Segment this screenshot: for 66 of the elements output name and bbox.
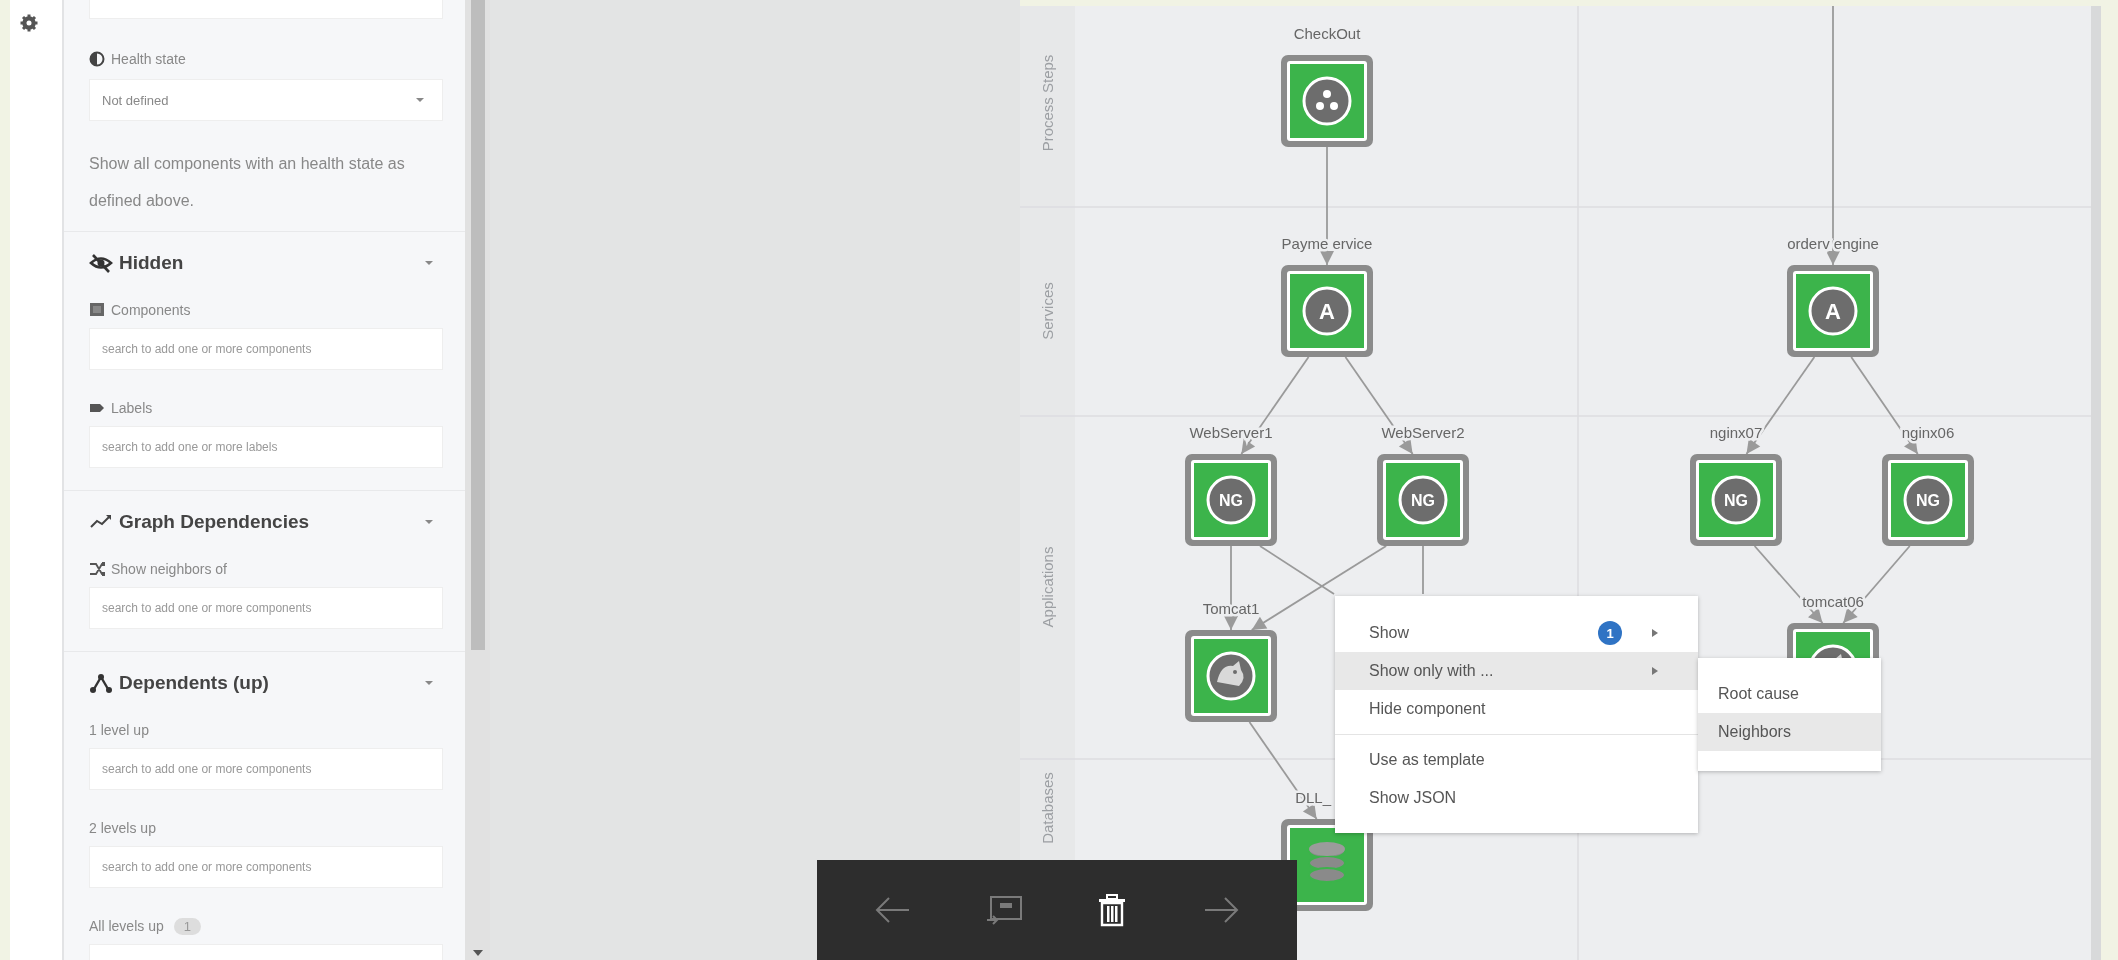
component-node[interactable]	[1185, 630, 1277, 722]
component-node[interactable]	[1377, 454, 1469, 546]
count-badge: 1	[173, 917, 201, 935]
component-node[interactable]	[1690, 454, 1782, 546]
caret-icon	[472, 950, 483, 956]
field-label: Labels	[111, 400, 153, 416]
menu-item[interactable]: Root cause	[1698, 675, 1881, 713]
caret-icon	[1652, 629, 1658, 637]
square-icon	[89, 302, 105, 318]
component-node[interactable]	[1281, 55, 1373, 147]
node-label: nginx07	[1709, 424, 1763, 441]
caret-icon	[1652, 667, 1658, 675]
scrollbar-thumb[interactable]	[470, 0, 485, 650]
eye-slash-icon	[89, 252, 113, 274]
lane-label: Process Steps	[1039, 54, 1056, 152]
lane-label: Applications	[1039, 546, 1056, 628]
help-text: Show all components with an health state as defined above.	[89, 154, 406, 211]
caret-icon	[425, 261, 433, 265]
count-badge: 1	[1598, 621, 1622, 645]
contrast-icon	[89, 51, 105, 67]
screen-icon	[985, 894, 1024, 926]
node-badge-label: NG	[1219, 492, 1243, 509]
input-field[interactable]: search to add one or more components	[89, 748, 443, 790]
menu-item[interactable]: Hide component	[1335, 690, 1698, 728]
field-label: Health state	[111, 51, 186, 67]
node-badge-label: A	[1319, 299, 1335, 324]
branch-icon	[89, 672, 113, 694]
section-header[interactable]: Graph Dependencies	[89, 509, 443, 535]
input-field[interactable]: search to add one or more components	[89, 846, 443, 888]
select-dropdown[interactable]: Not defined	[89, 79, 443, 121]
caret-icon	[425, 520, 433, 524]
input-field[interactable]: search to add one or more labels	[89, 426, 443, 468]
field-label: 1 level up	[89, 722, 149, 738]
section-header[interactable]: Hidden	[89, 250, 443, 276]
input-field[interactable]: search to add one or more components	[89, 328, 443, 370]
field-label: All levels up	[89, 918, 164, 934]
field-label: Show neighbors of	[111, 561, 227, 577]
node-badge-label: NG	[1724, 492, 1748, 509]
connector-line	[1422, 545, 1424, 595]
menu-item[interactable]: Neighbors	[1698, 713, 1881, 751]
node-label: CheckOut	[1293, 25, 1361, 42]
node-badge-label: A	[1825, 299, 1841, 324]
section-header[interactable]: Dependents (up)	[89, 670, 443, 696]
settings-icon[interactable]	[20, 14, 38, 32]
menu-item[interactable]: Show JSON	[1335, 779, 1698, 817]
lane-label: Services	[1039, 282, 1056, 340]
component-node[interactable]	[1787, 265, 1879, 357]
node-label: nginx06	[1901, 424, 1955, 441]
caret-icon	[425, 681, 433, 685]
node-badge-label: NG	[1411, 492, 1435, 509]
lane-label: Databases	[1039, 772, 1056, 844]
menu-item[interactable]: Show 1	[1335, 614, 1698, 652]
component-node[interactable]	[1185, 454, 1277, 546]
field-label: 2 levels up	[89, 820, 156, 836]
scrollbar[interactable]	[465, 0, 490, 960]
node-badge-label: NG	[1916, 492, 1940, 509]
menu-item[interactable]: Show only with ...	[1335, 652, 1698, 690]
input-field[interactable]: search to add one or more components	[89, 587, 443, 629]
component-node[interactable]	[1281, 265, 1373, 357]
node-label: orderv engine	[1787, 235, 1879, 252]
caret-icon	[416, 98, 424, 102]
node-label: tomcat06	[1802, 593, 1864, 610]
field-label: Components	[111, 302, 191, 318]
menu-item[interactable]: Use as template	[1335, 741, 1698, 779]
component-node[interactable]	[1882, 454, 1974, 546]
shuffle-icon	[89, 561, 105, 577]
